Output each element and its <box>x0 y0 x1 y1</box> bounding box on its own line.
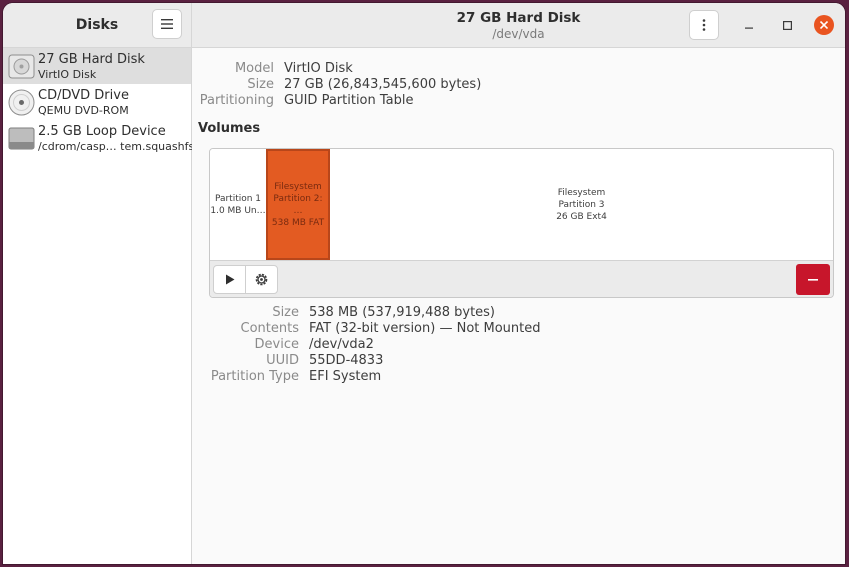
kebab-icon <box>702 19 706 31</box>
device-label: Device <box>254 337 299 352</box>
minimize-button[interactable] <box>739 15 759 35</box>
volume-toolbar <box>210 260 833 297</box>
sidebar-header: Disks <box>3 3 192 47</box>
model-label: Model <box>234 61 274 76</box>
header-bar: Disks 27 GB Hard Disk /dev/vda <box>3 3 845 48</box>
disk-item-name: 2.5 GB Loop Device <box>38 124 166 139</box>
disk-details: Model VirtIO Disk Size 27 GB (26,843,545… <box>192 48 845 564</box>
disk-item-loop-device[interactable]: 2.5 GB Loop Device /cdrom/casp… tem.squa… <box>3 120 195 156</box>
partition-3[interactable]: Filesystem Partition 3 26 GB Ext4 <box>330 149 833 260</box>
partition-type-value: EFI System <box>309 369 382 384</box>
partition-size-value: 538 MB (537,919,488 bytes) <box>309 305 496 320</box>
disk-item-name: CD/DVD Drive <box>38 88 129 103</box>
minimize-icon <box>745 27 753 29</box>
partition-label: Partition 1 <box>214 193 262 204</box>
size-value: 27 GB (26,843,545,600 bytes) <box>284 77 482 92</box>
hard-disk-icon <box>8 54 35 79</box>
partition-size-label: Size <box>272 305 299 320</box>
gear-icon <box>255 273 268 286</box>
disk-item-sub: /cdrom/casp… tem.squashfs <box>38 140 195 153</box>
uuid-value: 55DD-4833 <box>309 353 384 368</box>
optical-disc-icon <box>8 89 35 116</box>
partition-1[interactable]: Partition 1 1.0 MB Un… <box>210 149 266 260</box>
partition-type: Filesystem <box>557 187 606 198</box>
loop-device-icon <box>8 127 35 150</box>
close-button[interactable] <box>814 15 834 35</box>
disk-item-cd-dvd[interactable]: CD/DVD Drive QEMU DVD-ROM <box>3 84 191 120</box>
delete-partition-button[interactable] <box>796 264 830 295</box>
mount-button[interactable] <box>213 265 246 294</box>
disk-item-hard-disk[interactable]: 27 GB Hard Disk VirtIO Disk <box>3 48 191 84</box>
partition-options-button[interactable] <box>245 265 278 294</box>
partition-size: 26 GB Ext4 <box>556 211 607 222</box>
disk-item-name: 27 GB Hard Disk <box>38 52 145 67</box>
contents-value: FAT (32-bit version) — Not Mounted <box>309 321 541 336</box>
uuid-label: UUID <box>266 353 299 368</box>
partition-type-label: Partition Type <box>210 369 299 384</box>
partition-type: Filesystem <box>274 181 322 192</box>
hamburger-icon <box>161 19 173 29</box>
model-value: VirtIO Disk <box>284 61 353 76</box>
partition-2[interactable]: Filesystem Partition 2: … 538 MB FAT <box>266 149 330 260</box>
disk-item-sub: QEMU DVD-ROM <box>38 104 129 117</box>
disk-list: 27 GB Hard Disk VirtIO Disk CD/DVD Drive… <box>3 48 195 564</box>
app-menu-button[interactable] <box>152 9 182 39</box>
maximize-icon <box>782 20 792 30</box>
volumes-heading: Volumes <box>198 121 261 136</box>
partition-size: 1.0 MB Un… <box>210 205 266 216</box>
device-value: /dev/vda2 <box>309 337 374 352</box>
partition-label: Partition 2: … <box>273 193 323 216</box>
partition-size: 538 MB FAT <box>271 217 325 228</box>
minus-icon <box>808 278 818 281</box>
contents-label: Contents <box>240 321 299 336</box>
disk-item-sub: VirtIO Disk <box>38 68 97 81</box>
close-icon <box>820 21 828 29</box>
partition-label: Partition 3 <box>558 199 605 210</box>
play-icon <box>225 274 234 285</box>
disks-window: Disks 27 GB Hard Disk /dev/vda 27 GB Har… <box>3 3 845 564</box>
volume-map: Partition 1 1.0 MB Un… Filesystem Partit… <box>210 149 833 260</box>
partitioning-label: Partitioning <box>199 93 274 108</box>
disk-menu-button[interactable] <box>689 10 719 40</box>
partitioning-value: GUID Partition Table <box>284 93 414 108</box>
volumes-panel: Partition 1 1.0 MB Un… Filesystem Partit… <box>209 148 834 298</box>
size-label: Size <box>247 77 274 92</box>
maximize-button[interactable] <box>777 15 797 35</box>
